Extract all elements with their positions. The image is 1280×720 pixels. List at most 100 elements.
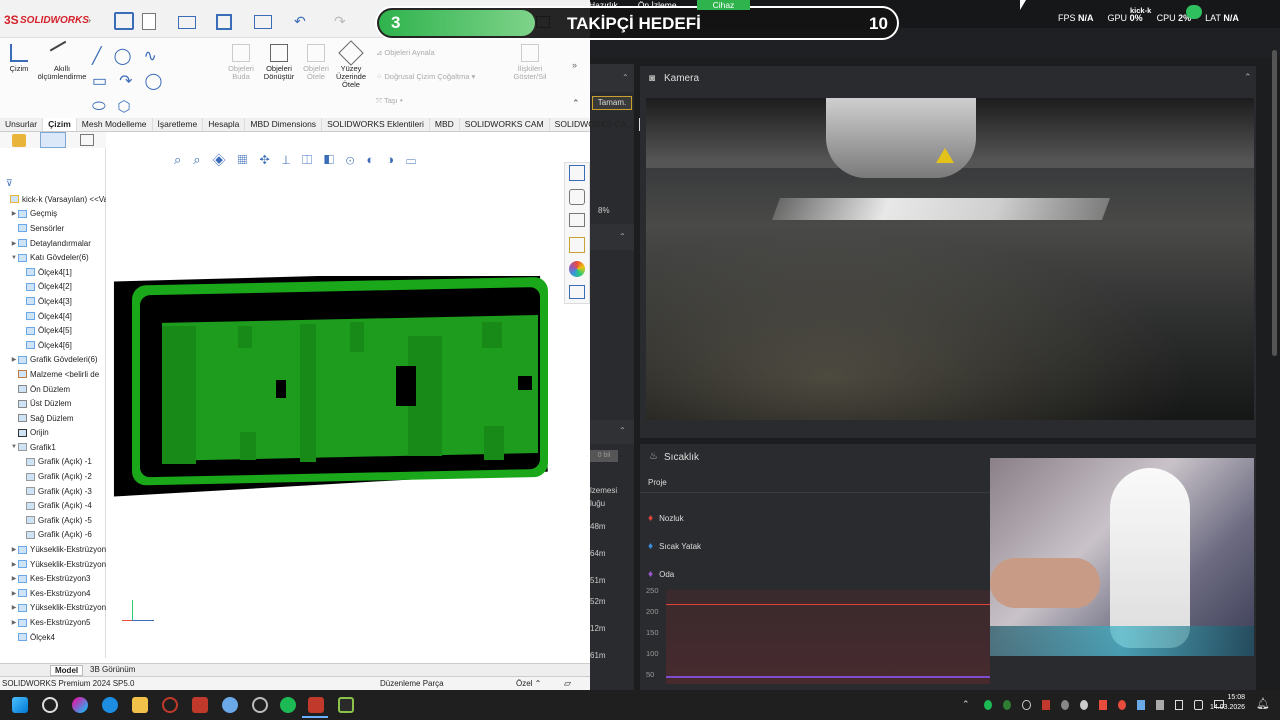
offset-entities-button[interactable]: Objeleri Ötele	[300, 44, 332, 81]
tree-item[interactable]: Grafik (Açık) -1	[0, 455, 106, 470]
tree-item[interactable]: kick-k (Varsayılan) <<Va	[0, 192, 106, 207]
config-manager-icon[interactable]	[80, 134, 94, 146]
edge-icon[interactable]	[102, 697, 118, 713]
tab-evaluate[interactable]: Hesapla	[203, 118, 246, 131]
comment-icon[interactable]: ▱	[564, 678, 571, 689]
tab-addins[interactable]: SOLIDWORKS Eklentileri	[322, 118, 430, 131]
file-explorer-icon[interactable]	[569, 213, 585, 227]
filter-icon[interactable]: ⊽	[6, 178, 13, 189]
home-icon[interactable]	[114, 12, 134, 30]
move-entities-button[interactable]: ⤧ Taşı ▾	[376, 96, 403, 106]
tree-item[interactable]: ▶ Kes-Ekstrüzyon3	[0, 571, 106, 586]
tree-item[interactable]: ▶ Yükseklik-Ekstrüzyon	[0, 557, 106, 572]
tray-icon[interactable]	[1003, 700, 1012, 710]
smart-dimension-button[interactable]: Akıllı ölçümlendirme	[36, 40, 88, 81]
tree-item[interactable]: Üst Düzlem	[0, 396, 106, 411]
part-model[interactable]	[110, 270, 552, 500]
appearances-icon[interactable]	[569, 261, 585, 277]
legend-item-bed[interactable]: ♦ Sıcak Yatak	[648, 532, 948, 560]
legend-item-nozzle[interactable]: ♦ Nozluk	[648, 504, 948, 532]
chevron-right-icon[interactable]: ▶	[10, 619, 18, 626]
chevron-right-icon[interactable]: ▶	[10, 356, 18, 363]
tree-item[interactable]: ▶ Kes-Ekstrüzyon5	[0, 615, 106, 630]
volume-icon[interactable]	[1194, 700, 1203, 710]
ok-button[interactable]: Tamam.	[592, 96, 632, 110]
app-icon[interactable]	[192, 697, 208, 713]
tray-icon[interactable]	[1060, 700, 1069, 710]
new-file-icon[interactable]	[142, 13, 156, 30]
tray-icon[interactable]	[1155, 700, 1165, 710]
tree-item[interactable]: ▼ Katı Gövdeler(6)	[0, 250, 106, 265]
scrollbar[interactable]	[1272, 50, 1277, 356]
relations-button[interactable]: İlişkileri Göster/Sil	[510, 44, 550, 81]
feature-manager-icon[interactable]	[12, 134, 26, 147]
app-icon[interactable]	[338, 697, 354, 713]
search-icon[interactable]	[42, 697, 58, 713]
tree-item[interactable]: Grafik (Açık) -4	[0, 498, 106, 513]
tab-model[interactable]: Model	[50, 665, 84, 676]
convert-entities-button[interactable]: Objeleri Dönüştür	[260, 44, 298, 81]
tab-mbd[interactable]: MBD	[430, 118, 460, 131]
tree-item[interactable]: Ölçek4[6]	[0, 338, 106, 353]
chevron-right-icon[interactable]: ▶	[10, 561, 18, 568]
view-palette-icon[interactable]	[569, 237, 585, 253]
spotify-tray-icon[interactable]	[984, 700, 993, 710]
chevron-right-icon[interactable]: »	[572, 60, 577, 70]
chevron-right-icon[interactable]: ▶	[10, 604, 18, 611]
tree-item[interactable]: ▶ Yükseklik-Ekstrüzyon	[0, 542, 106, 557]
tab-mbd-dimensions[interactable]: MBD Dimensions	[245, 118, 323, 131]
chevron-up-icon[interactable]: ⌃	[619, 232, 626, 241]
tree-item[interactable]: Ölçek4[1]	[0, 265, 106, 280]
tab-project[interactable]: Proje	[648, 478, 667, 487]
chevron-up-icon[interactable]: ⌃	[622, 73, 629, 82]
chevron-right-icon[interactable]: ▶	[10, 210, 18, 217]
linear-pattern-button[interactable]: ⁘ Doğrusal Çizim Çoğaltma ▾	[376, 72, 475, 81]
custom-properties-icon[interactable]	[569, 285, 585, 299]
tree-item[interactable]: Ölçek4[3]	[0, 294, 106, 309]
tree-item[interactable]: ▶ Yükseklik-Ekstrüzyon	[0, 601, 106, 616]
trim-button[interactable]: Objeleri Buda	[226, 44, 256, 81]
tab-sketch[interactable]: Çizim	[43, 118, 77, 131]
tray-icon[interactable]	[1041, 700, 1050, 710]
tab-markup[interactable]: İşaretleme	[153, 118, 204, 131]
file-explorer-icon[interactable]	[132, 697, 148, 713]
app-icon[interactable]	[222, 697, 238, 713]
chevron-up-icon[interactable]: ⌃	[619, 426, 626, 435]
tree-item[interactable]: Ölçek4[2]	[0, 280, 106, 295]
tab-cam[interactable]: SOLIDWORKS CAM	[460, 118, 550, 131]
chevron-down-icon[interactable]: ▼	[10, 444, 18, 450]
chevron-right-icon[interactable]: ▶	[10, 590, 18, 597]
tab-cam-more[interactable]: SOLIDWORKS CA...	[550, 118, 640, 131]
tray-icon[interactable]	[1079, 700, 1088, 710]
tree-item[interactable]: Sağ Düzlem	[0, 411, 106, 426]
chevron-down-icon[interactable]: ▼	[10, 255, 18, 261]
chevron-up-icon[interactable]: ⌃	[1244, 72, 1252, 83]
tray-icon[interactable]	[1117, 700, 1126, 710]
tab-preview[interactable]: Ön İzleme	[638, 0, 677, 10]
tree-item[interactable]: Orijin	[0, 426, 106, 441]
tab-mesh[interactable]: Mesh Modelleme	[77, 118, 153, 131]
home-icon[interactable]	[569, 165, 585, 181]
chevron-right-icon[interactable]: ▶	[10, 575, 18, 582]
tree-item[interactable]: ▶ Grafik Gövdeleri(6)	[0, 353, 106, 368]
tree-item[interactable]: ▼ Grafik1	[0, 440, 106, 455]
collapse-ribbon-icon[interactable]: ⌃	[572, 98, 580, 109]
tree-item[interactable]: Grafik (Açık) -5	[0, 513, 106, 528]
chevron-right-icon[interactable]: ›	[88, 15, 91, 25]
network-icon[interactable]	[1175, 700, 1184, 710]
chevron-up-icon[interactable]: ⌃	[962, 699, 970, 710]
tab-device[interactable]: Cihaz	[696, 0, 751, 10]
undo-icon[interactable]: ↶	[294, 13, 306, 30]
chevron-right-icon[interactable]: ▶	[10, 546, 18, 553]
heads-up-toolbar[interactable]: ⌕⌕◈▦✥⊥◫◧⊙◐◑▭	[174, 152, 514, 168]
tree-item[interactable]: ▶ Detaylandırmalar	[0, 236, 106, 251]
tree-item[interactable]: ▶ Geçmiş	[0, 207, 106, 222]
tab-prepare[interactable]: Hazırlık	[589, 0, 618, 10]
opera-icon[interactable]	[162, 697, 178, 713]
tree-item[interactable]: Grafik (Açık) -6	[0, 528, 106, 543]
start-icon[interactable]	[12, 697, 28, 713]
tray-icon[interactable]	[1022, 700, 1031, 710]
tab-3d-view[interactable]: 3B Görünüm	[86, 665, 139, 674]
save-icon[interactable]	[216, 14, 232, 30]
property-manager-icon[interactable]	[40, 132, 66, 148]
